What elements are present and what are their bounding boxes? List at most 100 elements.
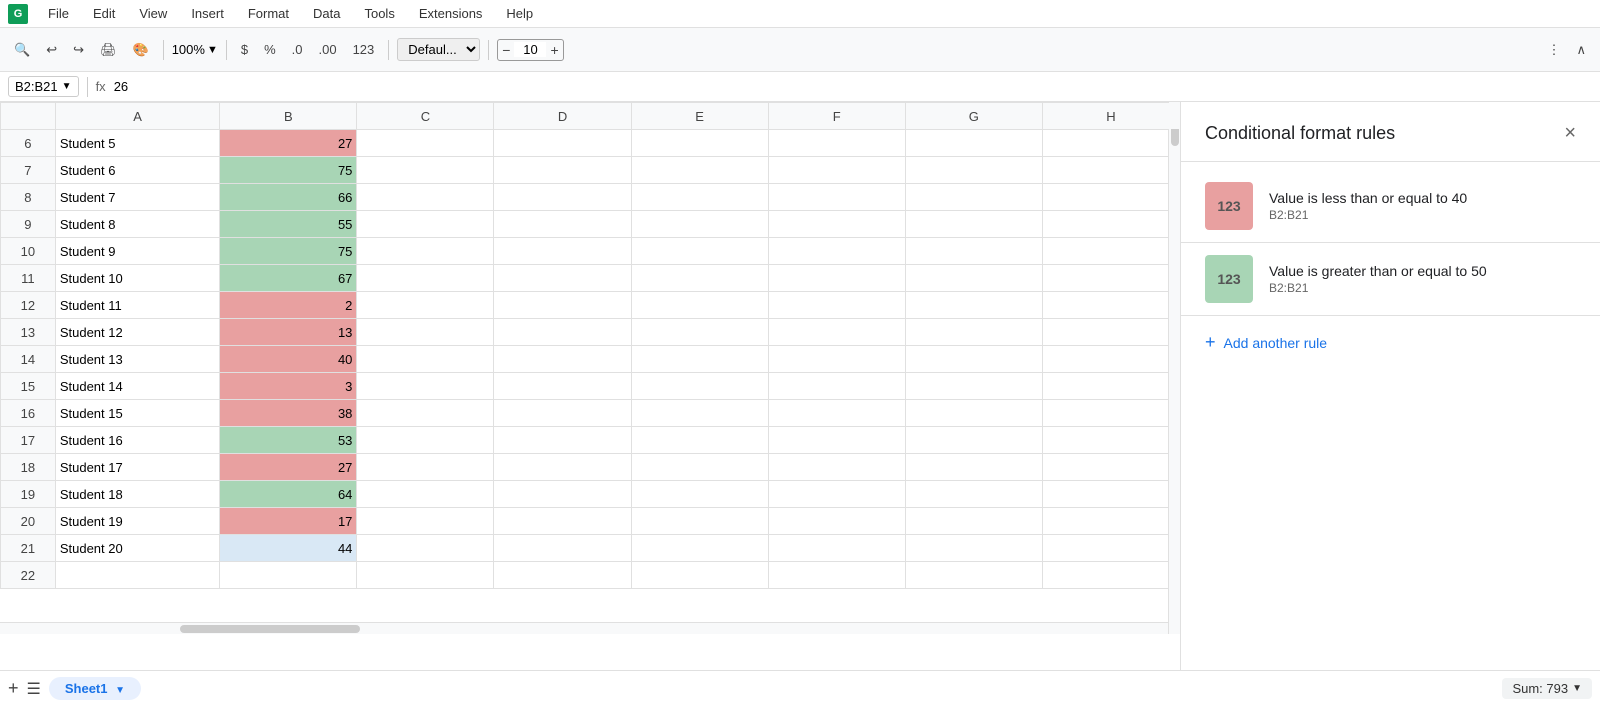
cell-b8[interactable]: 66	[220, 184, 357, 211]
cell-a14[interactable]: Student 13	[55, 346, 220, 373]
cell-a13[interactable]: Student 12	[55, 319, 220, 346]
sheet-tab-dropdown-icon[interactable]: ▼	[115, 685, 125, 696]
sum-dropdown-icon[interactable]: ▼	[1572, 683, 1582, 694]
sum-badge[interactable]: Sum: 793 ▼	[1502, 678, 1592, 699]
decimal-dec-button[interactable]: .0	[286, 38, 309, 61]
close-panel-button[interactable]: ×	[1564, 122, 1576, 145]
cell-c13[interactable]	[357, 319, 494, 346]
cell-d17[interactable]	[494, 427, 631, 454]
cell-e17[interactable]	[631, 427, 768, 454]
add-sheet-button[interactable]: +	[8, 678, 19, 699]
cell-d12[interactable]	[494, 292, 631, 319]
h-scrollbar-thumb[interactable]	[180, 625, 360, 633]
row-header-22[interactable]: 22	[1, 562, 56, 589]
col-header-d[interactable]: D	[494, 103, 631, 130]
cell-c6[interactable]	[357, 130, 494, 157]
cell-g11[interactable]	[905, 265, 1042, 292]
paint-format-button[interactable]: 🎨	[127, 38, 155, 62]
cell-d21[interactable]	[494, 535, 631, 562]
cell-f20[interactable]	[768, 508, 905, 535]
cell-g20[interactable]	[905, 508, 1042, 535]
cell-b7[interactable]: 75	[220, 157, 357, 184]
cell-c19[interactable]	[357, 481, 494, 508]
cell-reference-box[interactable]: B2:B21 ▼	[8, 76, 79, 97]
cell-f8[interactable]	[768, 184, 905, 211]
cell-c7[interactable]	[357, 157, 494, 184]
row-header-21[interactable]: 21	[1, 535, 56, 562]
cell-c21[interactable]	[357, 535, 494, 562]
menu-insert[interactable]: Insert	[187, 4, 228, 23]
cell-f13[interactable]	[768, 319, 905, 346]
cell-a11[interactable]: Student 10	[55, 265, 220, 292]
cell-h12[interactable]	[1042, 292, 1179, 319]
add-rule-button[interactable]: + Add another rule	[1181, 316, 1351, 369]
cell-a12[interactable]: Student 11	[55, 292, 220, 319]
cell-c9[interactable]	[357, 211, 494, 238]
cell-d20[interactable]	[494, 508, 631, 535]
cell-g14[interactable]	[905, 346, 1042, 373]
cell-c14[interactable]	[357, 346, 494, 373]
cell-f19[interactable]	[768, 481, 905, 508]
cell-d8[interactable]	[494, 184, 631, 211]
cell-a16[interactable]: Student 15	[55, 400, 220, 427]
cell-h17[interactable]	[1042, 427, 1179, 454]
v-scrollbar[interactable]	[1168, 102, 1180, 634]
cell-g15[interactable]	[905, 373, 1042, 400]
cell-f10[interactable]	[768, 238, 905, 265]
cell-b16[interactable]: 38	[220, 400, 357, 427]
cell-d16[interactable]	[494, 400, 631, 427]
cell-c17[interactable]	[357, 427, 494, 454]
col-header-g[interactable]: G	[905, 103, 1042, 130]
cell-ref-dropdown-icon[interactable]: ▼	[62, 81, 72, 92]
cell-e16[interactable]	[631, 400, 768, 427]
h-scrollbar[interactable]	[0, 622, 1180, 634]
format-123-button[interactable]: 123	[347, 38, 381, 61]
cell-d7[interactable]	[494, 157, 631, 184]
cell-f7[interactable]	[768, 157, 905, 184]
collapse-button[interactable]: ∧	[1570, 38, 1592, 62]
undo-button[interactable]: ↩	[40, 38, 63, 62]
more-options-button[interactable]: ⋮	[1541, 38, 1566, 62]
cell-f16[interactable]	[768, 400, 905, 427]
menu-file[interactable]: File	[44, 4, 73, 23]
cell-c20[interactable]	[357, 508, 494, 535]
menu-data[interactable]: Data	[309, 4, 344, 23]
menu-tools[interactable]: Tools	[360, 4, 398, 23]
cell-c15[interactable]	[357, 373, 494, 400]
cell-e9[interactable]	[631, 211, 768, 238]
cell-e20[interactable]	[631, 508, 768, 535]
cell-h20[interactable]	[1042, 508, 1179, 535]
row-header-19[interactable]: 19	[1, 481, 56, 508]
row-header-9[interactable]: 9	[1, 211, 56, 238]
cell-b14[interactable]: 40	[220, 346, 357, 373]
col-header-a[interactable]: A	[55, 103, 220, 130]
cell-h21[interactable]	[1042, 535, 1179, 562]
cell-c10[interactable]	[357, 238, 494, 265]
percent-button[interactable]: %	[258, 38, 282, 61]
row-header-20[interactable]: 20	[1, 508, 56, 535]
rule-item-1[interactable]: 123 Value is less than or equal to 40 B2…	[1181, 170, 1600, 243]
cell-h6[interactable]	[1042, 130, 1179, 157]
row-header-15[interactable]: 15	[1, 373, 56, 400]
print-button[interactable]: 🖨	[94, 38, 123, 62]
cell-a6[interactable]: Student 5	[55, 130, 220, 157]
cell-b21[interactable]: 44	[220, 535, 357, 562]
cell-b9[interactable]: 55	[220, 211, 357, 238]
font-size-increase[interactable]: +	[546, 40, 562, 60]
font-select[interactable]: Defaul...	[397, 38, 480, 61]
cell-a17[interactable]: Student 16	[55, 427, 220, 454]
row-header-8[interactable]: 8	[1, 184, 56, 211]
cell-h13[interactable]	[1042, 319, 1179, 346]
cell-22-2[interactable]	[357, 562, 494, 589]
cell-g7[interactable]	[905, 157, 1042, 184]
cell-d18[interactable]	[494, 454, 631, 481]
row-header-7[interactable]: 7	[1, 157, 56, 184]
cell-e21[interactable]	[631, 535, 768, 562]
cell-b12[interactable]: 2	[220, 292, 357, 319]
cell-e8[interactable]	[631, 184, 768, 211]
col-header-c[interactable]: C	[357, 103, 494, 130]
cell-22-0[interactable]	[55, 562, 220, 589]
cell-f11[interactable]	[768, 265, 905, 292]
cell-h16[interactable]	[1042, 400, 1179, 427]
cell-d14[interactable]	[494, 346, 631, 373]
